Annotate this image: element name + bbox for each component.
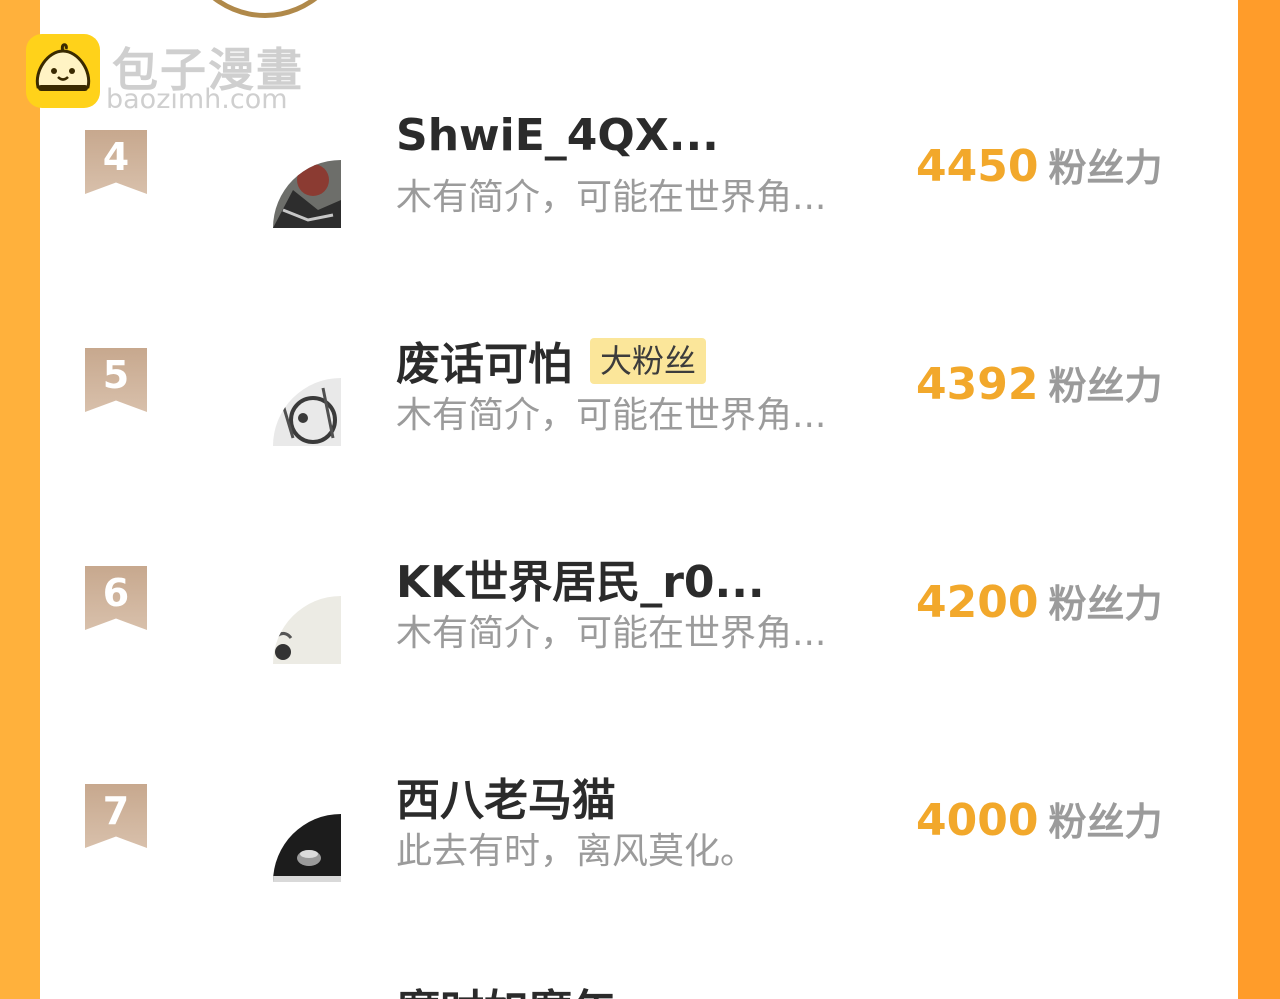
rank-row[interactable]: 6 KK世界居民_r0... 木有简介，可能在世界角... 4200 粉丝力: [40, 546, 1238, 696]
next-user-name-text: 魔时如魔年: [396, 982, 616, 999]
user-name-text: 废话可怕: [396, 339, 572, 390]
fan-score-unit: 粉丝力: [1048, 146, 1163, 190]
user-avatar[interactable]: [273, 596, 341, 664]
rank-row[interactable]: 4 ShwiE_4QX... 木有简介，可能在世界角... 4450 粉丝力: [40, 110, 1238, 260]
site-logo[interactable]: 包子漫畫 baozimh.com: [26, 34, 326, 115]
user-name-text: 西八老马猫: [396, 775, 616, 826]
rank-ribbon: 5: [85, 348, 147, 412]
rank-ribbon: 6: [85, 566, 147, 630]
user-name[interactable]: 西八老马猫: [396, 764, 616, 828]
bun-mascot-icon: [26, 34, 100, 108]
fan-score: 4200 粉丝力: [916, 573, 1162, 628]
fan-score-value: 4450: [916, 141, 1039, 192]
fan-score-unit: 粉丝力: [1048, 364, 1163, 408]
user-bio: 木有简介，可能在世界角...: [396, 395, 827, 436]
user-avatar[interactable]: [273, 160, 341, 228]
user-avatar[interactable]: [273, 814, 341, 882]
user-bio: 木有简介，可能在世界角...: [396, 177, 827, 218]
user-avatar[interactable]: [273, 378, 341, 446]
rank-ribbon: 4: [85, 130, 147, 194]
fan-score-value: 4000: [916, 795, 1039, 846]
user-bio: 木有简介，可能在世界角...: [396, 613, 827, 654]
fan-score-value: 4392: [916, 359, 1039, 410]
rank-ribbon: 7: [85, 784, 147, 848]
rank-row[interactable]: 7 西八老马猫 此去有时，离风莫化。 4000 粉丝力: [40, 764, 1238, 914]
fan-score-unit: 粉丝力: [1048, 582, 1163, 626]
next-user-name-partial[interactable]: 魔时如魔年: [396, 982, 616, 999]
user-name-text: KK世界居民_r0...: [396, 557, 765, 608]
fan-score: 4000 粉丝力: [916, 791, 1162, 846]
rank-row[interactable]: 5 废话可怕 大粉丝 木有简介，可能在世界角... 4392 粉丝力: [40, 328, 1238, 478]
big-fan-badge: 大粉丝: [590, 338, 707, 384]
fan-score: 4450 粉丝力: [916, 137, 1162, 192]
user-name[interactable]: KK世界居民_r0...: [396, 546, 765, 610]
fan-score: 4392 粉丝力: [916, 355, 1162, 410]
user-bio: 此去有时，离风莫化。: [396, 831, 757, 872]
fan-score-unit: 粉丝力: [1048, 800, 1163, 844]
fan-score-value: 4200: [916, 577, 1039, 628]
user-name-text: ShwiE_4QX...: [396, 110, 719, 161]
user-name[interactable]: ShwiE_4QX...: [396, 110, 719, 161]
user-name[interactable]: 废话可怕 大粉丝: [396, 328, 707, 392]
